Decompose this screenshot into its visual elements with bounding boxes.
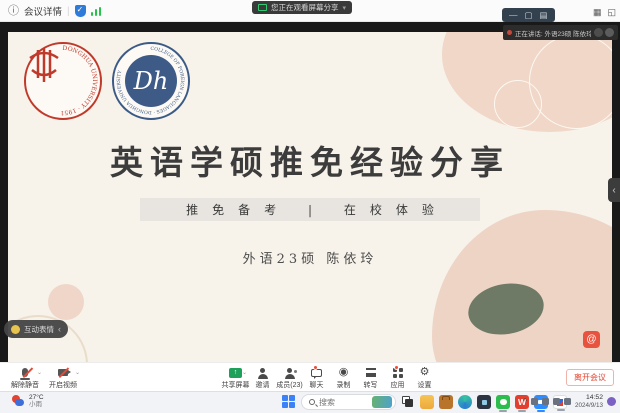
chat-button[interactable]: 聊天 <box>303 366 330 390</box>
network-signal-icon[interactable] <box>91 7 102 16</box>
tray-icon[interactable] <box>564 398 571 405</box>
transcript-button[interactable]: 转写 <box>357 366 384 390</box>
invite-person-icon <box>260 368 265 373</box>
window-controls: — ▢ ▤ <box>502 8 555 22</box>
weather-desc: 小雨 <box>29 401 44 408</box>
tray-icon[interactable] <box>531 398 538 405</box>
shared-slide: DONGHUA UNIVERSITY · 1951 COLLEGE OF FOR… <box>8 32 612 362</box>
search-input[interactable] <box>319 398 359 407</box>
unmute-button[interactable]: ⌄ 解除静音 <box>6 366 44 390</box>
maximize-button[interactable]: ▤ <box>540 11 548 20</box>
members-icon <box>287 368 292 373</box>
tray-expand-caret[interactable]: ^ <box>523 397 527 406</box>
weather-icon <box>12 395 25 408</box>
info-icon[interactable]: ⓘ <box>8 6 19 17</box>
taskbar-clock[interactable]: 14:52 2024/9/13 <box>575 394 603 409</box>
donghua-emblem-icon <box>26 44 62 88</box>
avatar <box>605 28 614 37</box>
minimize-button[interactable]: — <box>509 11 518 20</box>
avatar <box>594 28 603 37</box>
share-screen-icon: ↑ <box>229 368 242 378</box>
speaking-indicator[interactable]: 正在讲话: 外语23硕 陈依玲 <box>503 25 618 40</box>
meeting-info-label[interactable]: 会议详情 <box>24 4 62 18</box>
store-app-button[interactable] <box>439 395 453 409</box>
share-screen-button[interactable]: ↑ ⌄ 共享屏幕 <box>222 366 249 390</box>
record-button[interactable]: ◉ 录制 <box>330 366 357 390</box>
slide-title: 英语学硕推免经验分享 <box>8 136 612 184</box>
chat-notification-dot <box>313 365 318 370</box>
chevron-down-icon: ▾ <box>343 4 347 12</box>
members-button[interactable]: 成员(23) <box>276 366 303 390</box>
divider: | <box>67 6 70 17</box>
screen-share-icon <box>258 4 267 11</box>
share-options-caret[interactable]: ⌄ <box>242 369 247 376</box>
wechat-button[interactable] <box>496 395 510 409</box>
donghua-university-seal: DONGHUA UNIVERSITY · 1951 <box>24 42 102 120</box>
collapse-chevron-icon[interactable]: ‹ <box>58 324 61 334</box>
video-options-caret[interactable]: ⌄ <box>75 369 80 376</box>
pill-label: 互动表情 <box>24 324 54 335</box>
dark-app-button[interactable] <box>477 395 491 409</box>
task-view-button[interactable] <box>401 395 415 409</box>
watching-share-pill[interactable]: 您正在观看屏幕分享 ▾ <box>252 1 352 14</box>
settings-button[interactable]: ⚙ 设置 <box>411 366 438 390</box>
participant-avatars <box>594 28 614 37</box>
university-logos: DONGHUA UNIVERSITY · 1951 COLLEGE OF FOR… <box>24 42 190 120</box>
search-highlight-image[interactable] <box>372 396 392 408</box>
presenter-name: 外语23硕 陈依玲 <box>8 248 612 267</box>
gear-icon: ⚙ <box>420 367 430 378</box>
speaking-audio-icon <box>507 30 512 35</box>
slide-subtitle: 推免备考 | 在校体验 <box>172 201 448 218</box>
windows-taskbar: 27°C 小雨 W ^ <box>0 391 620 413</box>
tray-icon[interactable] <box>542 398 549 405</box>
smiley-icon <box>11 325 20 334</box>
decor-ring <box>494 80 542 128</box>
notification-bell-icon[interactable] <box>607 397 616 406</box>
speaking-text: 正在讲话: 外语23硕 陈依玲 <box>515 28 591 38</box>
svg-text:COLLEGE OF FOREIGN LANGUAGES ·: COLLEGE OF FOREIGN LANGUAGES · DONGHUA U… <box>116 46 185 115</box>
seal-ring-text: COLLEGE OF FOREIGN LANGUAGES · DONGHUA U… <box>114 44 187 117</box>
tray-icon[interactable] <box>553 398 560 405</box>
mic-options-caret[interactable]: ⌄ <box>37 369 42 376</box>
panel-collapse-handle[interactable]: ‹ <box>608 178 620 202</box>
taskbar-search[interactable] <box>301 394 396 410</box>
svg-text:DONGHUA UNIVERSITY · 1951: DONGHUA UNIVERSITY · 1951 <box>60 45 98 116</box>
restore-button[interactable]: ▢ <box>525 11 533 20</box>
invite-button[interactable]: 邀请 <box>249 366 276 390</box>
weather-widget[interactable]: 27°C 小雨 <box>12 394 44 408</box>
fullscreen-icon[interactable]: ◱ <box>607 7 616 18</box>
slide-subtitle-band: 推免备考 | 在校体验 <box>140 198 480 221</box>
system-tray: ^ 14:52 2024/9/13 <box>523 394 616 409</box>
decor-pink-dot <box>48 284 84 320</box>
transcript-icon <box>366 368 376 377</box>
record-icon: ◉ <box>339 367 349 378</box>
meeting-toolbar: ⌄ 解除静音 ⌄ 开启视频 ↑ ⌄ 共享屏幕 邀请 成员(23) <box>0 362 620 391</box>
watching-label: 您正在观看屏幕分享 <box>271 2 339 13</box>
edge-browser-button[interactable] <box>458 395 472 409</box>
start-video-button[interactable]: ⌄ 开启视频 <box>44 366 82 390</box>
file-explorer-button[interactable] <box>420 395 434 409</box>
titlebar: ⓘ 会议详情 | 您正在观看屏幕分享 ▾ — ▢ ▤ ▦ ◱ <box>0 0 620 22</box>
search-icon <box>309 399 315 405</box>
start-button[interactable] <box>282 395 296 409</box>
red-badge-icon[interactable]: @ <box>583 331 600 348</box>
meeting-app-window: ⓘ 会议详情 | 您正在观看屏幕分享 ▾ — ▢ ▤ ▦ ◱ 正在讲话: 外语2… <box>0 0 620 413</box>
apps-notification-dot <box>394 365 399 370</box>
layout-icon[interactable]: ▦ <box>593 7 602 18</box>
security-shield-icon[interactable] <box>75 5 86 17</box>
emoji-reaction-pill[interactable]: 互动表情 ‹ <box>4 320 68 338</box>
foreign-languages-college-seal: COLLEGE OF FOREIGN LANGUAGES · DONGHUA U… <box>112 42 190 120</box>
apps-button[interactable]: 应用 <box>384 366 411 390</box>
leave-meeting-button[interactable]: 离开会议 <box>566 369 614 386</box>
